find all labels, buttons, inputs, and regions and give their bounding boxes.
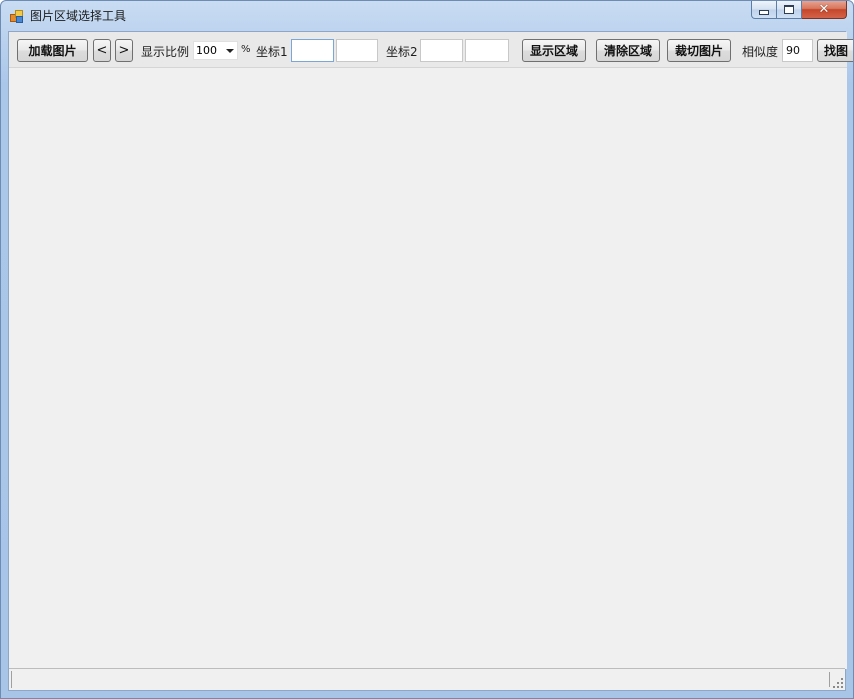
status-separator bbox=[829, 672, 830, 687]
maximize-button[interactable] bbox=[777, 1, 802, 19]
scale-combobox[interactable]: 100 bbox=[193, 41, 238, 60]
coord1-x-input[interactable] bbox=[291, 39, 334, 62]
coord1-label: 坐标1 bbox=[256, 45, 288, 59]
next-image-button[interactable]: > bbox=[115, 39, 133, 62]
status-bar bbox=[9, 668, 845, 690]
status-text bbox=[11, 671, 826, 688]
toolbar: 加载图片 < > 显示比例 100 % 坐标1 坐标2 显示区域 清除区域 裁切… bbox=[9, 32, 853, 68]
scale-label: 显示比例 bbox=[141, 45, 190, 59]
find-image-button[interactable]: 找图 bbox=[817, 39, 853, 62]
window-title: 图片区域选择工具 bbox=[30, 9, 127, 23]
minimize-icon bbox=[759, 9, 769, 15]
dropdown-arrow-icon[interactable] bbox=[226, 49, 234, 53]
window-controls: ✕ bbox=[751, 1, 847, 21]
percent-label: % bbox=[241, 44, 251, 55]
scale-value: 100 bbox=[196, 44, 217, 57]
minimize-button[interactable] bbox=[751, 1, 777, 19]
close-icon: ✕ bbox=[818, 2, 830, 17]
maximize-icon bbox=[784, 5, 794, 14]
client-area: 加载图片 < > 显示比例 100 % 坐标1 坐标2 显示区域 清除区域 裁切… bbox=[8, 31, 853, 691]
title-bar[interactable]: 图片区域选择工具 ✕ bbox=[1, 1, 853, 31]
similarity-input[interactable]: 90 bbox=[782, 39, 813, 62]
app-window: 图片区域选择工具 ✕ 加载图片 < > 显示比例 100 % 坐标1 坐标2 显… bbox=[0, 0, 854, 699]
coord2-label: 坐标2 bbox=[386, 45, 418, 59]
close-button[interactable]: ✕ bbox=[802, 1, 847, 19]
app-icon[interactable] bbox=[10, 10, 23, 23]
prev-image-button[interactable]: < bbox=[93, 39, 111, 62]
similarity-label: 相似度 bbox=[742, 45, 779, 59]
resize-grip-icon[interactable] bbox=[832, 677, 843, 688]
crop-image-button[interactable]: 裁切图片 bbox=[667, 39, 731, 62]
image-canvas[interactable] bbox=[9, 68, 847, 669]
clear-region-button[interactable]: 清除区域 bbox=[596, 39, 660, 62]
coord2-x-input[interactable] bbox=[420, 39, 463, 62]
coord2-y-input[interactable] bbox=[465, 39, 509, 62]
load-image-button[interactable]: 加载图片 bbox=[17, 39, 88, 62]
show-region-button[interactable]: 显示区域 bbox=[522, 39, 586, 62]
coord1-y-input[interactable] bbox=[336, 39, 378, 62]
